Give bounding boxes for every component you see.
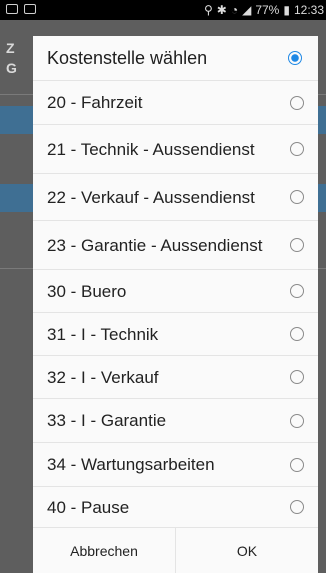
- wifi-icon: ◔: [230, 3, 239, 17]
- option-radio[interactable]: [290, 238, 304, 252]
- option-radio[interactable]: [290, 190, 304, 204]
- signal-icon: ◢: [242, 3, 252, 17]
- option-32[interactable]: 32 - I - Verkauf: [33, 356, 318, 399]
- option-label: 40 - Pause: [47, 497, 130, 517]
- option-radio[interactable]: [290, 413, 304, 428]
- message-notification-icon: [24, 4, 36, 14]
- option-label: 33 - I - Garantie: [47, 411, 167, 430]
- option-label: 21 - Technik - Aussendienst: [47, 139, 255, 159]
- cost-center-dialog: Kostenstelle wählen 20 - Fahrzeit 21 - T…: [33, 36, 318, 573]
- option-radio[interactable]: [290, 327, 304, 341]
- option-30[interactable]: 30 - Buero: [33, 270, 318, 313]
- battery-percent: 77%: [255, 3, 280, 17]
- option-radio[interactable]: [290, 500, 304, 514]
- option-22[interactable]: 22 - Verkauf - Aussendienst: [33, 174, 318, 221]
- battery-icon: ▮: [283, 3, 290, 17]
- option-label: 23 - Garantie - Aussendienst: [47, 235, 263, 255]
- option-21[interactable]: 21 - Technik - Aussendienst: [33, 125, 318, 174]
- ok-button[interactable]: OK: [175, 528, 318, 573]
- title-radio[interactable]: [288, 51, 302, 65]
- option-31[interactable]: 31 - I - Technik: [33, 313, 318, 356]
- option-40[interactable]: 40 - Pause: [33, 487, 318, 527]
- dialog-button-bar: Abbrechen OK: [33, 527, 318, 573]
- option-label: 34 - Wartungsarbeiten: [47, 455, 215, 474]
- background-title: Z: [6, 40, 15, 56]
- app-notification-icon: [6, 4, 18, 14]
- option-radio[interactable]: [290, 370, 304, 384]
- option-radio[interactable]: [290, 284, 304, 298]
- option-label: 31 - I - Technik: [47, 324, 159, 344]
- option-33[interactable]: 33 - I - Garantie: [33, 399, 318, 443]
- option-radio[interactable]: [290, 142, 304, 156]
- background-subtitle: G: [6, 60, 17, 76]
- option-label: 32 - I - Verkauf: [47, 367, 159, 387]
- option-34[interactable]: 34 - Wartungsarbeiten: [33, 443, 318, 487]
- clock: 12:33: [293, 3, 324, 17]
- option-label: 22 - Verkauf - Aussendienst: [47, 187, 255, 207]
- option-radio[interactable]: [290, 95, 304, 110]
- dialog-title-row[interactable]: Kostenstelle wählen: [33, 36, 318, 81]
- option-radio[interactable]: [290, 457, 304, 472]
- dialog-title: Kostenstelle wählen: [47, 47, 208, 68]
- option-label: 30 - Buero: [47, 281, 127, 301]
- option-label: 20 - Fahrzeit: [47, 93, 143, 112]
- location-icon: ⚲: [203, 3, 213, 17]
- bluetooth-icon: ✱: [216, 3, 227, 17]
- status-bar: ⚲ ✱ ◔ ◢ 77% ▮ 12:33: [0, 0, 326, 20]
- option-20[interactable]: 20 - Fahrzeit: [33, 81, 318, 125]
- cancel-button[interactable]: Abbrechen: [33, 528, 175, 573]
- option-23[interactable]: 23 - Garantie - Aussendienst: [33, 221, 318, 270]
